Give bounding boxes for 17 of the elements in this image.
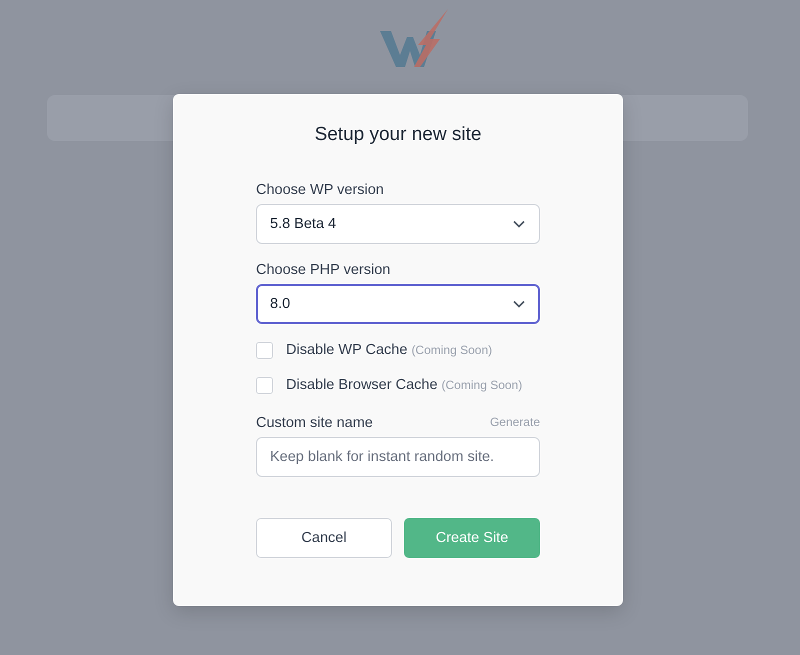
dialog-title: Setup your new site — [314, 124, 482, 146]
select-field[interactable]: 5.8 Beta 4 — [256, 204, 540, 244]
checkbox-label: Disable WP Cache — [286, 342, 408, 358]
coming-soon-note: (Coming Soon) — [442, 378, 522, 392]
checkbox-label: Disable Browser Cache — [286, 377, 438, 393]
chevron-down-icon — [513, 300, 525, 308]
site-name-field[interactable]: Keep blank for instant random site. — [256, 437, 540, 477]
select-field[interactable]: 8.0 — [256, 284, 540, 324]
coming-soon-note: (Coming Soon) — [411, 343, 492, 357]
field-label: Choose PHP version — [256, 262, 392, 278]
chevron-down-icon — [513, 220, 525, 228]
field-label: Choose WP version — [256, 182, 385, 198]
cancel-button[interactable]: Cancel — [256, 518, 392, 558]
field-label: Custom site name — [256, 415, 373, 431]
logo-icon — [380, 9, 450, 69]
checkbox[interactable] — [256, 342, 273, 358]
checkbox[interactable] — [256, 376, 273, 394]
